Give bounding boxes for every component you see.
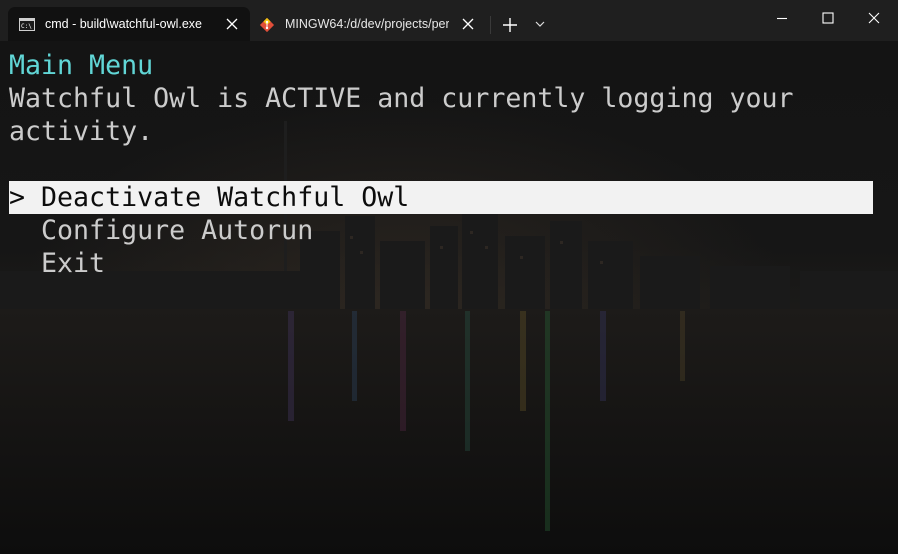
tab-cmd[interactable]: C:\ cmd - build\watchful-owl.exe [8, 7, 250, 41]
menu-heading: Main Menu [9, 50, 154, 81]
tab-separator [490, 16, 491, 34]
tab-title: MINGW64:/d/dev/projects/personal [285, 17, 449, 31]
close-icon[interactable] [866, 10, 882, 26]
git-icon [259, 17, 275, 33]
menu-item-exit[interactable]: Exit [9, 247, 105, 280]
chevron-down-icon[interactable] [532, 16, 548, 32]
minimize-icon[interactable] [774, 10, 790, 26]
terminal-pane[interactable]: Main Menu Watchful Owl is ACTIVE and cur… [0, 41, 898, 554]
svg-text:C:\: C:\ [21, 23, 32, 30]
tab-mingw64[interactable]: MINGW64:/d/dev/projects/personal [251, 7, 487, 41]
new-tab-icon[interactable] [500, 15, 520, 35]
title-bar: C:\ cmd - build\watchful-owl.exe MINGW64… [0, 0, 898, 41]
maximize-icon[interactable] [820, 10, 836, 26]
menu-item-deactivate[interactable]: > Deactivate Watchful Owl [9, 181, 409, 214]
tab-title: cmd - build\watchful-owl.exe [45, 17, 203, 31]
close-icon[interactable] [462, 18, 474, 30]
status-line-1: Watchful Owl is ACTIVE and currently log… [9, 83, 794, 114]
status-line-2: activity. [9, 116, 154, 147]
menu-item-configure-autorun[interactable]: Configure Autorun [9, 214, 313, 247]
cmd-icon: C:\ [19, 18, 35, 31]
close-icon[interactable] [226, 18, 238, 30]
